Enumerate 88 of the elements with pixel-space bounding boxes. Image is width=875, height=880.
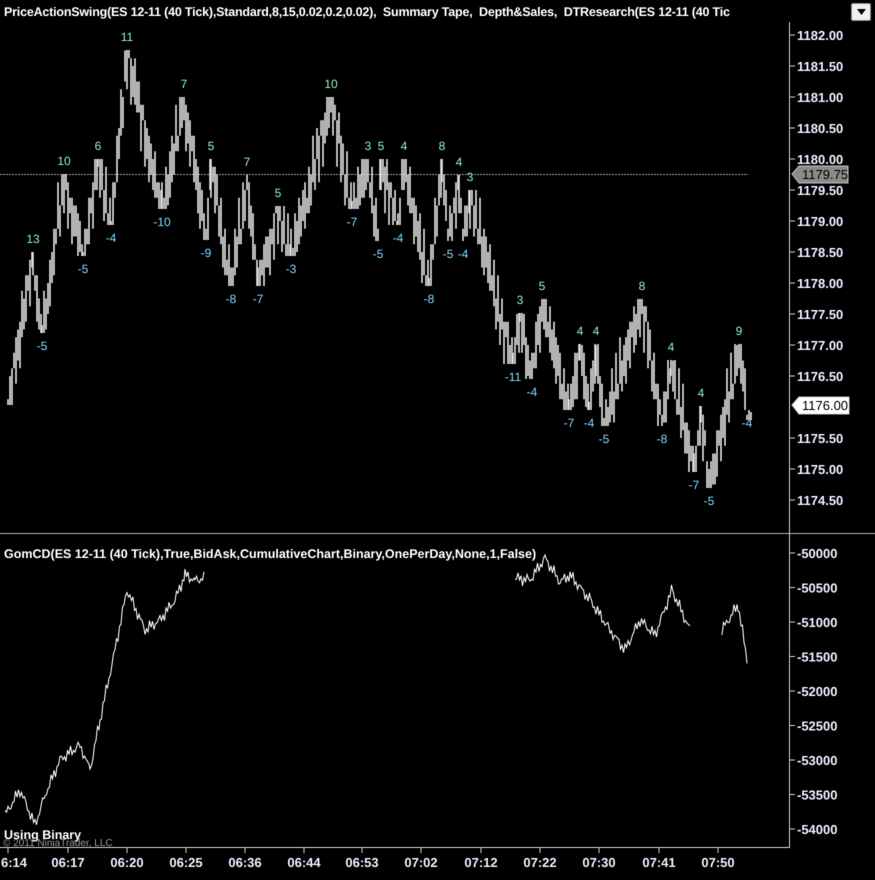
- swing-label: -5: [598, 432, 610, 446]
- swing-label: 8: [438, 139, 446, 153]
- time-label: 06:44: [287, 855, 321, 870]
- swing-label: 4: [400, 139, 408, 153]
- last-price-tag: 1176.00: [791, 396, 850, 414]
- axis-label: -50500: [797, 580, 838, 596]
- swing-label: -4: [526, 385, 538, 399]
- swing-label: 5: [208, 139, 214, 153]
- swing-label: 8: [638, 279, 646, 293]
- swing-label: -5: [442, 247, 454, 261]
- time-label: 07:30: [582, 855, 616, 870]
- time-label: 6:14: [1, 855, 28, 870]
- axis-label: 1181.50: [797, 59, 844, 74]
- axis-label: -50000: [797, 546, 838, 561]
- swing-label: 6: [94, 139, 102, 153]
- time-label: 06:17: [51, 855, 85, 870]
- swing-label: -5: [372, 247, 384, 261]
- axis-label: -51000: [797, 615, 838, 630]
- time-label: 07:22: [523, 855, 557, 870]
- swing-label: -4: [392, 231, 404, 245]
- swing-label: -8: [226, 292, 236, 306]
- axis-label: 1181.00: [797, 90, 844, 105]
- time-label: 06:20: [110, 855, 144, 870]
- axis-label: 1180.50: [797, 121, 844, 136]
- time-label: 06:25: [169, 855, 203, 870]
- time-label: 06:53: [345, 855, 379, 870]
- swing-label: -11: [504, 370, 522, 384]
- swing-label: 10: [324, 77, 338, 91]
- swing-label: -8: [424, 292, 434, 306]
- axis-label: 1175.50: [797, 431, 844, 446]
- swing-label: 7: [180, 77, 188, 91]
- time-label: 07:50: [701, 855, 735, 870]
- reference-price-tag: 1179.75: [791, 166, 848, 184]
- axis-label: 1178.50: [797, 245, 844, 260]
- swing-label: 4: [698, 386, 704, 400]
- swing-label: -5: [704, 494, 714, 508]
- axis-label: 1174.50: [797, 493, 844, 508]
- dropdown-button[interactable]: [851, 3, 871, 21]
- swing-label: 9: [736, 324, 742, 338]
- axis-label: 1179.00: [797, 214, 844, 229]
- indicator-title: PriceActionSwing(ES 12-11 (40 Tick),Standard,8,15,0.02,0.2,0.02), Summary Tape, Depth&Sales, DTResearch(ES 12-11 (40 Tic: [4, 4, 730, 21]
- swing-label: 10: [57, 154, 71, 168]
- time-label: 07:02: [404, 855, 438, 870]
- swing-label: 4: [576, 324, 584, 338]
- swing-label: -9: [200, 246, 212, 260]
- swing-label: 5: [538, 279, 546, 293]
- axis-label: 1178.00: [797, 276, 844, 291]
- swing-label: 7: [244, 155, 250, 169]
- caret-icon: [856, 9, 866, 15]
- swing-label: 11: [120, 30, 134, 44]
- axis-label: 1177.50: [797, 307, 844, 322]
- swing-label: -4: [742, 416, 752, 430]
- axis-label: 1179.50: [797, 183, 844, 198]
- swing-label: -3: [286, 262, 296, 276]
- swing-label: -7: [252, 292, 264, 306]
- swing-label: 4: [668, 340, 674, 354]
- swing-label: 3: [516, 293, 524, 307]
- axis-label: -52000: [797, 684, 838, 699]
- swing-label: 13: [26, 232, 40, 246]
- swing-label: -7: [346, 215, 358, 229]
- swing-label: -10: [153, 215, 171, 229]
- time-label: 07:12: [464, 855, 498, 870]
- axis-label: -54000: [797, 822, 838, 837]
- axis-label: 1182.00: [797, 28, 844, 43]
- swing-label: -8: [656, 432, 668, 446]
- swing-label: -5: [78, 262, 88, 276]
- axis-label: 1180.00: [797, 152, 844, 167]
- swing-label: -4: [458, 247, 468, 261]
- swing-label: 4: [456, 155, 462, 169]
- axis-label: 1177.00: [797, 338, 844, 353]
- swing-label: 4: [592, 324, 600, 338]
- swing-label: -7: [564, 416, 574, 430]
- axis-label: 1175.00: [797, 462, 844, 477]
- axis-label: -53000: [797, 753, 838, 768]
- time-label: 06:36: [228, 855, 262, 870]
- swing-label: 3: [364, 139, 372, 153]
- swing-label: -4: [584, 416, 594, 430]
- axis-label: 1176.50: [797, 369, 844, 384]
- time-label: 07:41: [642, 855, 676, 870]
- swing-label: -7: [688, 478, 700, 492]
- indicator-title: GomCD(ES 12-11 (40 Tick),True,BidAsk,CumulativeChart,Binary,OnePerDay,None,1,False): [4, 547, 536, 561]
- swing-label: -4: [106, 231, 116, 245]
- axis-label: -53500: [797, 788, 838, 802]
- swing-label: 5: [378, 139, 384, 153]
- swing-label: -5: [36, 339, 48, 353]
- swing-label: 5: [274, 186, 282, 200]
- axis-label: -52500: [797, 718, 838, 734]
- axis-label: -51500: [797, 650, 838, 664]
